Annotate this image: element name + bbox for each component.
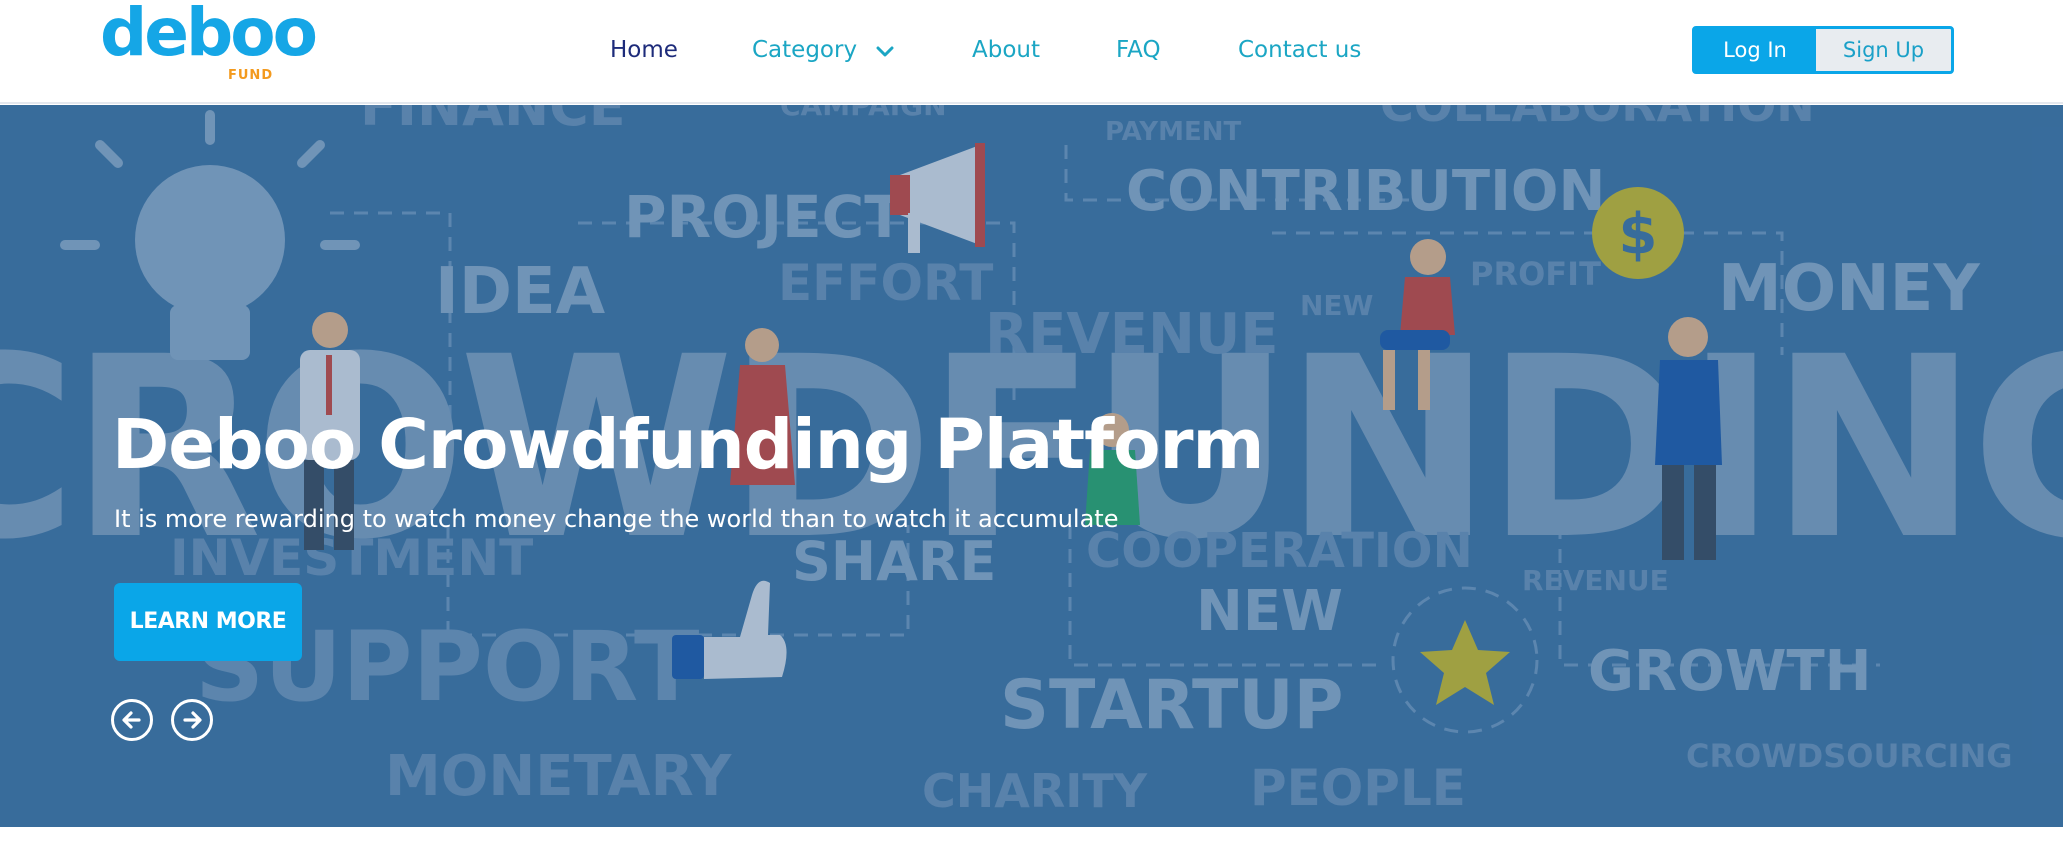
hero-title: Deboo Crowdfunding Platform: [112, 405, 1264, 485]
learn-more-button[interactable]: LEARN MORE: [114, 583, 302, 661]
site-header: deboo FUND Home Category About FAQ Conta…: [0, 0, 2063, 104]
carousel-prev-button[interactable]: [111, 699, 153, 741]
login-button[interactable]: Log In: [1695, 29, 1815, 71]
nav-category-dropdown[interactable]: Category: [752, 30, 894, 71]
arrow-right-circle-icon: [183, 711, 202, 729]
nav-contact-link[interactable]: Contact us: [1238, 30, 1361, 70]
logo-wordmark: deboo: [100, 0, 318, 71]
carousel-next-button[interactable]: [171, 699, 213, 741]
nav-faq-link[interactable]: FAQ: [1116, 30, 1161, 70]
nav-about-link[interactable]: About: [972, 30, 1040, 70]
auth-button-group: Log In Sign Up: [1692, 26, 1954, 74]
deboo-fund-logo[interactable]: deboo FUND: [100, 0, 318, 86]
chevron-down-icon: [876, 31, 894, 71]
signup-button[interactable]: Sign Up: [1816, 29, 1951, 71]
page-below-hero: [0, 827, 2063, 844]
hero-subtitle: It is more rewarding to watch money chan…: [114, 505, 1119, 533]
logo-subtext: FUND: [228, 68, 274, 83]
nav-home-link[interactable]: Home: [610, 30, 678, 70]
nav-category-label: Category: [752, 37, 858, 63]
arrow-left-circle-icon: [122, 711, 141, 729]
hero-banner: CROWDFUNDING FINANCE CAMPAIGN COLLABORAT…: [0, 105, 2063, 827]
